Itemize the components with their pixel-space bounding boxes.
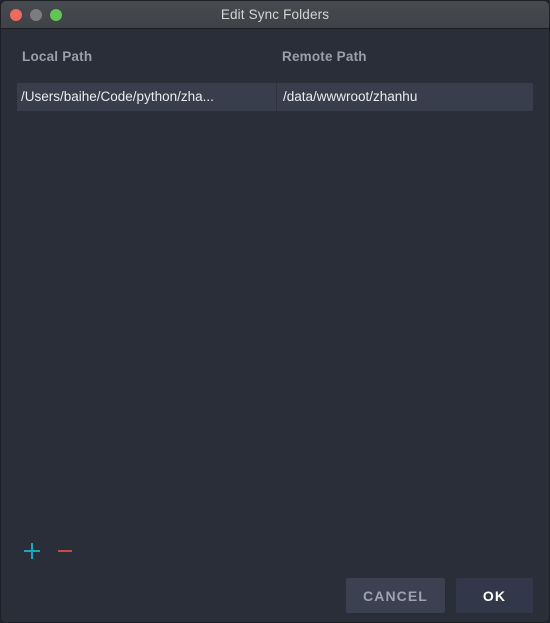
dialog-footer: CANCEL OK <box>17 578 533 622</box>
minimize-window-icon[interactable] <box>30 8 42 21</box>
edit-sync-folders-dialog: Edit Sync Folders Local Path Remote Path… <box>0 0 550 623</box>
window-controls <box>1 8 62 21</box>
table-header-row: Local Path Remote Path <box>17 49 533 75</box>
column-header-local-path: Local Path <box>22 49 93 64</box>
sync-folders-table: Local Path Remote Path /Users/baihe/Code… <box>17 49 533 111</box>
table-empty-area <box>17 111 533 538</box>
table-body: /Users/baihe/Code/python/zha... /data/ww… <box>17 83 533 111</box>
cancel-button[interactable]: CANCEL <box>346 578 445 613</box>
cell-local-path[interactable]: /Users/baihe/Code/python/zha... <box>17 83 277 111</box>
cell-remote-path[interactable]: /data/wwwroot/zhanhu <box>277 83 533 111</box>
close-window-icon[interactable] <box>10 8 22 21</box>
remove-row-minus-icon[interactable] <box>57 543 73 559</box>
add-row-plus-icon[interactable] <box>24 543 40 559</box>
window-titlebar: Edit Sync Folders <box>1 1 549 29</box>
dialog-body: Local Path Remote Path /Users/baihe/Code… <box>1 29 549 622</box>
column-header-remote-path: Remote Path <box>282 49 367 64</box>
ok-button[interactable]: OK <box>456 578 533 613</box>
table-row[interactable]: /Users/baihe/Code/python/zha... /data/ww… <box>17 83 533 111</box>
maximize-window-icon[interactable] <box>50 8 62 21</box>
row-controls <box>17 538 533 564</box>
window-title: Edit Sync Folders <box>220 7 330 22</box>
